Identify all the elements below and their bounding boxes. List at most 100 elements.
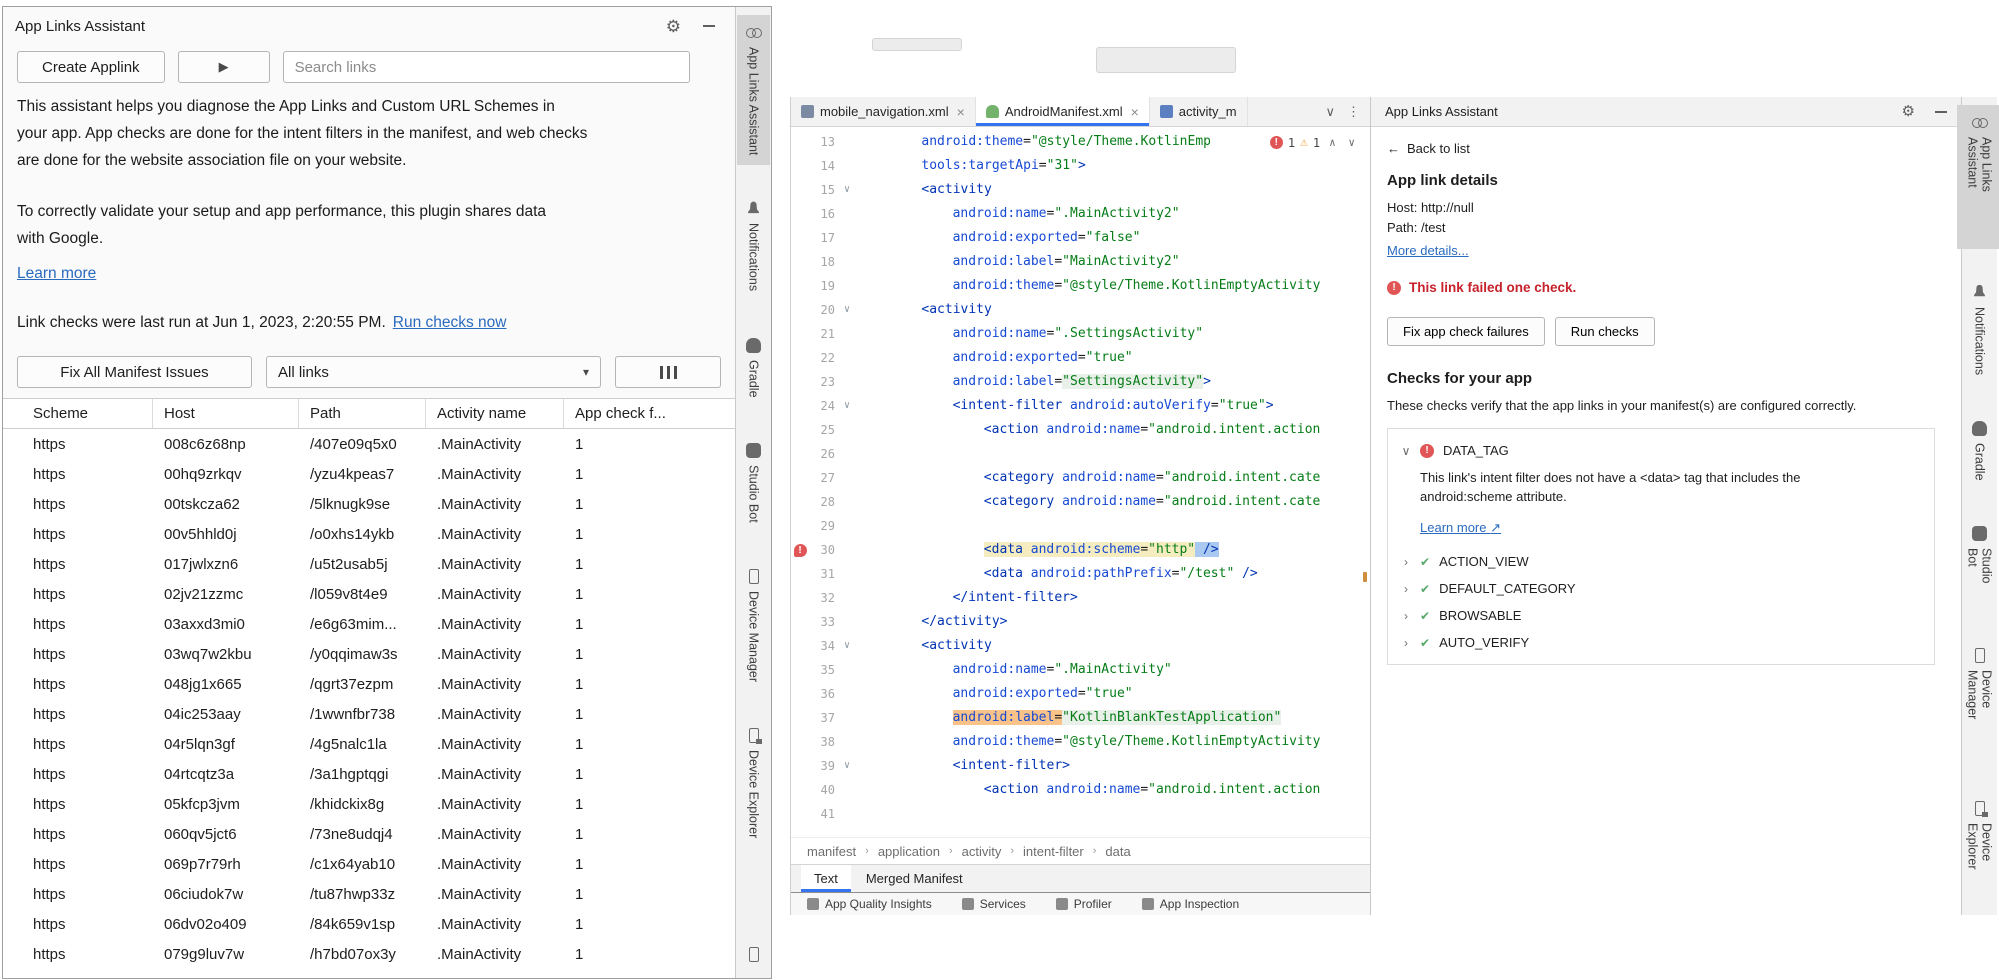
table-row[interactable]: https04r5lqn3gf/4g5nalc1la.MainActivity1 — [3, 729, 735, 759]
tool-window-button[interactable]: App Quality Insights — [807, 897, 932, 911]
code-line[interactable]: 40<action android:name="android.intent.a… — [791, 778, 1370, 802]
learn-more-link[interactable]: Learn more — [17, 265, 96, 282]
table-row[interactable]: https06ciudok7w/tu87hwp33z.MainActivity1 — [3, 879, 735, 909]
tool-strip-item-studio-bot[interactable]: Studio Bot — [1957, 516, 1999, 611]
minimize-icon[interactable] — [1935, 111, 1947, 113]
search-links-input[interactable] — [283, 51, 690, 83]
code-line[interactable]: 31<data android:pathPrefix="/test" /> — [791, 562, 1370, 586]
run-button[interactable]: ▶ — [178, 51, 270, 83]
tool-strip-item-device-manager[interactable]: Device Manager — [1957, 638, 1999, 765]
table-row[interactable]: https048jg1x665/qgrt37ezpm.MainActivity1 — [3, 669, 735, 699]
code-line[interactable]: 16android:name=".MainActivity2" — [791, 202, 1370, 226]
table-row[interactable]: https017jwlxzn6/u5t2usab5j.MainActivity1 — [3, 549, 735, 579]
code-line[interactable]: 32</intent-filter> — [791, 586, 1370, 610]
bottom-tab-merged-manifest[interactable]: Merged Manifest — [853, 865, 976, 892]
code-line[interactable]: 33</activity> — [791, 610, 1370, 634]
code-line[interactable]: 27<category android:name="android.intent… — [791, 466, 1370, 490]
breadcrumb-item[interactable]: application — [878, 844, 940, 859]
tool-strip-item-notifications[interactable]: Notifications — [737, 191, 770, 301]
back-to-list-link[interactable]: ← Back to list — [1387, 141, 1945, 156]
table-row[interactable]: https079g9luv7w/h7bd07ox3y.MainActivity1 — [3, 939, 735, 969]
table-row[interactable]: https008c6z68np/407e09q5x0.MainActivity1 — [3, 429, 735, 459]
table-row[interactable]: https00tskcza62/5lknugk9se.MainActivity1 — [3, 489, 735, 519]
code-line[interactable]: 38android:theme="@style/Theme.KotlinEmpt… — [791, 730, 1370, 754]
code-line[interactable]: 15∨<activity — [791, 178, 1370, 202]
code-line[interactable]: 35android:name=".MainActivity" — [791, 658, 1370, 682]
editor-tab-androidmanifest.xml[interactable]: AndroidManifest.xml× — [976, 97, 1150, 126]
code-line[interactable]: 23android:label="SettingsActivity"> — [791, 370, 1370, 394]
table-row[interactable]: https03axxd3mi0/e6g63mim....MainActivity… — [3, 609, 735, 639]
tool-strip-item-gradle[interactable]: Gradle — [737, 328, 770, 408]
code-line[interactable]: 36android:exported="true" — [791, 682, 1370, 706]
tool-strip-item-device-explorer[interactable]: Device Explorer — [1957, 791, 1999, 915]
hidden-tabs-dropdown-icon[interactable]: ∨ — [1325, 104, 1335, 120]
tool-window-icon[interactable] — [749, 947, 759, 962]
fix-all-manifest-issues-button[interactable]: Fix All Manifest Issues — [17, 356, 252, 388]
table-row[interactable]: https04rtcqtz3a/3a1hgptqgi.MainActivity1 — [3, 759, 735, 789]
fold-icon[interactable]: ∨ — [835, 394, 859, 418]
table-row[interactable]: https00v5hhld0j/o0xhs14ykb.MainActivity1 — [3, 519, 735, 549]
tool-strip-item-device-manager[interactable]: Device Manager — [738, 559, 770, 692]
code-line[interactable]: 19android:theme="@style/Theme.KotlinEmpt… — [791, 274, 1370, 298]
tool-window-button[interactable]: Services — [962, 897, 1026, 911]
code-line[interactable]: 20∨<activity — [791, 298, 1370, 322]
code-line[interactable]: 21android:name=".SettingsActivity" — [791, 322, 1370, 346]
more-details-link[interactable]: More details... — [1387, 243, 1469, 258]
tool-window-button[interactable]: Profiler — [1056, 897, 1112, 911]
table-row[interactable]: https069p7r79rh/c1x64yab10.MainActivity1 — [3, 849, 735, 879]
code-line[interactable]: !30<data android:scheme="http" /> — [791, 538, 1370, 562]
code-line[interactable]: 18android:label="MainActivity2" — [791, 250, 1370, 274]
check-row-default_category[interactable]: ›✔DEFAULT_CATEGORY — [1388, 575, 1934, 602]
column-header[interactable]: Scheme — [3, 399, 153, 428]
code-line[interactable]: 24∨<intent-filter android:autoVerify="tr… — [791, 394, 1370, 418]
table-row[interactable]: https06dv02o409/84k659v1sp.MainActivity1 — [3, 909, 735, 939]
tool-strip-item-studio-bot[interactable]: Studio Bot — [737, 433, 770, 533]
links-filter-dropdown[interactable]: All links ▾ — [266, 356, 601, 388]
tool-strip-item-device-explorer[interactable]: Device Explorer — [738, 718, 770, 848]
table-row[interactable]: https02jv21zzmc/l059v8t4e9.MainActivity1 — [3, 579, 735, 609]
fold-icon[interactable]: ∨ — [835, 634, 859, 658]
inspection-widget[interactable]: ! 1 ⚠ 1 ∧ ∨ — [1270, 135, 1358, 150]
tool-strip-item-app-links-assistant[interactable]: App Links Assistant — [1957, 105, 1999, 249]
column-settings-button[interactable] — [615, 356, 721, 388]
fix-app-check-failures-button[interactable]: Fix app check failures — [1387, 317, 1545, 346]
table-row[interactable]: https00hq9zrkqv/yzu4kpeas7.MainActivity1 — [3, 459, 735, 489]
tool-strip-item-notifications[interactable]: Notifications — [1963, 275, 1996, 385]
learn-more-link[interactable]: Learn more ↗ — [1420, 520, 1501, 535]
table-row[interactable]: https060qv5jct6/73ne8udqj4.MainActivity1 — [3, 819, 735, 849]
column-header[interactable]: App check f... — [564, 399, 735, 428]
column-header[interactable]: Activity name — [426, 399, 564, 428]
fold-icon[interactable]: ∨ — [835, 298, 859, 322]
close-tab-icon[interactable]: × — [1131, 104, 1139, 120]
code-line[interactable]: 29 — [791, 514, 1370, 538]
run-checks-now-link[interactable]: Run checks now — [393, 309, 507, 336]
breadcrumb-item[interactable]: manifest — [807, 844, 856, 859]
editor-tab-mobile_navigation.xml[interactable]: mobile_navigation.xml× — [791, 97, 976, 126]
code-line[interactable]: 26 — [791, 442, 1370, 466]
tool-strip-item-gradle[interactable]: Gradle — [1963, 411, 1996, 491]
table-row[interactable]: https05kfcp3jvm/khidckix8g.MainActivity1 — [3, 789, 735, 819]
tool-window-button[interactable]: App Inspection — [1142, 897, 1239, 911]
column-header[interactable]: Host — [153, 399, 299, 428]
close-tab-icon[interactable]: × — [957, 104, 965, 120]
code-line[interactable]: 41 — [791, 802, 1370, 826]
create-applink-button[interactable]: Create Applink — [17, 51, 165, 83]
fold-icon[interactable]: ∨ — [835, 178, 859, 202]
breadcrumb-item[interactable]: activity — [962, 844, 1002, 859]
table-row[interactable]: https03wq7w2kbu/y0qqimaw3s.MainActivity1 — [3, 639, 735, 669]
prev-next-issue-icons[interactable]: ∧ ∨ — [1329, 136, 1358, 149]
minimize-icon[interactable] — [703, 25, 715, 27]
run-checks-button[interactable]: Run checks — [1555, 317, 1655, 346]
code-line[interactable]: 22android:exported="true" — [791, 346, 1370, 370]
error-stripe-mark[interactable] — [1363, 572, 1367, 582]
code-line[interactable]: 34∨<activity — [791, 634, 1370, 658]
code-line[interactable]: 25<action android:name="android.intent.a… — [791, 418, 1370, 442]
editor-tab-activity_m[interactable]: activity_m — [1150, 97, 1248, 126]
settings-gear-icon[interactable]: ⚙ — [1902, 104, 1915, 119]
check-row-auto_verify[interactable]: ›✔AUTO_VERIFY — [1388, 629, 1934, 656]
more-options-icon[interactable]: ⋮ — [1347, 104, 1360, 120]
code-editor[interactable]: 13android:theme="@style/Theme.KotlinEmp1… — [791, 127, 1370, 837]
code-line[interactable]: 37android:label="KotlinBlankTestApplicat… — [791, 706, 1370, 730]
check-row-action_view[interactable]: ›✔ACTION_VIEW — [1388, 548, 1934, 575]
fold-icon[interactable]: ∨ — [835, 754, 859, 778]
